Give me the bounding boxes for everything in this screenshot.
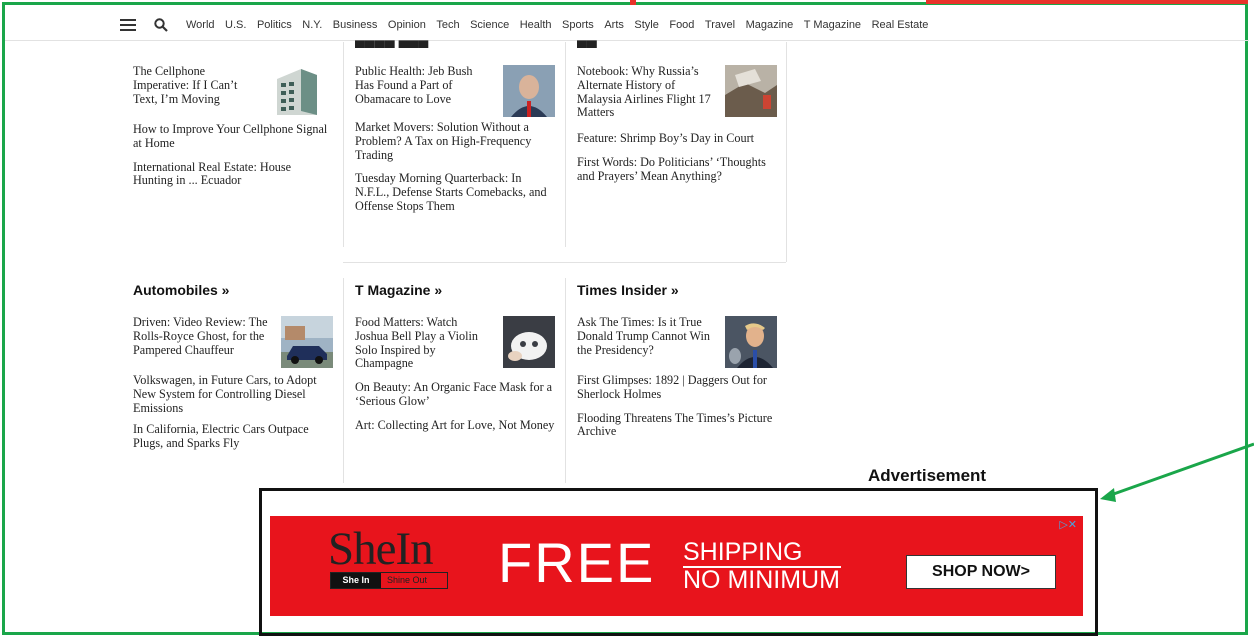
- ad-brand-logo: SheIn: [328, 523, 434, 575]
- car-thumbnail: [281, 316, 333, 368]
- nav-item-magazine[interactable]: Magazine: [746, 19, 794, 31]
- section-heading-automobiles[interactable]: Automobiles »: [133, 282, 229, 298]
- story-link[interactable]: Feature: Shrimp Boy’s Day in Court: [577, 131, 777, 146]
- section-column: Public Health: Jeb Bush Has Found a Part…: [355, 64, 555, 214]
- nav-item-business[interactable]: Business: [333, 19, 378, 31]
- nav-item-travel[interactable]: Travel: [705, 19, 735, 31]
- column-divider: [786, 42, 787, 262]
- ad-minimum-text: NO MINIMUM: [683, 566, 840, 594]
- building-thumbnail: [271, 65, 323, 117]
- menu-icon[interactable]: [120, 19, 136, 31]
- nav-item-style[interactable]: Style: [634, 19, 658, 31]
- nav-item-science[interactable]: Science: [470, 19, 509, 31]
- column-divider: [565, 278, 566, 483]
- story-link[interactable]: Public Health: Jeb Bush Has Found a Part…: [355, 64, 555, 117]
- story-link[interactable]: Volkswagen, in Future Cars, to Adopt New…: [133, 373, 333, 415]
- partial-section-heading: ▀▀▀▀ ▀▀▀: [355, 40, 429, 48]
- story-link[interactable]: First Words: Do Politicians’ ‘Thoughts a…: [577, 155, 777, 184]
- search-icon[interactable]: [154, 18, 168, 32]
- section-column: The Cellphone Imperative: If I Can’t Tex…: [133, 64, 333, 189]
- nav-item-world[interactable]: World: [186, 19, 215, 31]
- adchoices-icon[interactable]: ▷✕: [1059, 518, 1077, 531]
- portrait-thumbnail: [725, 316, 777, 368]
- portrait-thumbnail: [503, 65, 555, 117]
- story-link[interactable]: The Cellphone Imperative: If I Can’t Tex…: [133, 64, 331, 117]
- story-link[interactable]: Ask The Times: Is it True Donald Trump C…: [577, 315, 777, 368]
- story-link[interactable]: Food Matters: Watch Joshua Bell Play a V…: [355, 315, 555, 371]
- section-nav: World U.S. Politics N.Y. Business Opinio…: [120, 10, 939, 40]
- nav-item-ny[interactable]: N.Y.: [302, 19, 322, 31]
- nav-item-sports[interactable]: Sports: [562, 19, 594, 31]
- ad-brand-tagline: She In Shine Out: [330, 572, 448, 589]
- nav-divider: [5, 40, 1249, 41]
- story-link[interactable]: On Beauty: An Organic Face Mask for a ‘S…: [355, 380, 555, 409]
- nav-item-health[interactable]: Health: [520, 19, 552, 31]
- column-divider: [565, 42, 566, 247]
- nav-item-t-magazine[interactable]: T Magazine: [804, 19, 861, 31]
- story-link[interactable]: How to Improve Your Cellphone Signal at …: [133, 122, 333, 151]
- crash-site-thumbnail: [725, 65, 777, 117]
- story-link[interactable]: International Real Estate: House Hunting…: [133, 160, 333, 189]
- story-link[interactable]: Flooding Threatens The Times’s Picture A…: [577, 411, 777, 440]
- annotation-red-mark: [630, 0, 636, 5]
- nav-item-food[interactable]: Food: [669, 19, 694, 31]
- story-link[interactable]: Art: Collecting Art for Love, Not Money: [355, 418, 555, 433]
- shop-now-button[interactable]: SHOP NOW>: [906, 555, 1056, 589]
- story-link[interactable]: Driven: Video Review: The Rolls-Royce Gh…: [133, 315, 333, 368]
- story-link[interactable]: Notebook: Why Russia’s Alternate History…: [577, 64, 777, 120]
- story-link[interactable]: Tuesday Morning Quarterback: In N.F.L., …: [355, 171, 555, 213]
- ad-banner[interactable]: SheIn She In Shine Out FREE SHIPPING NO …: [270, 516, 1083, 616]
- partial-section-heading: ▀▀: [577, 40, 597, 48]
- story-link[interactable]: Market Movers: Solution Without a Proble…: [355, 120, 555, 162]
- nav-item-politics[interactable]: Politics: [257, 19, 292, 31]
- advertisement-label: Advertisement: [868, 466, 987, 485]
- column-divider: [343, 278, 344, 483]
- section-column: Driven: Video Review: The Rolls-Royce Gh…: [133, 315, 333, 451]
- nav-item-us[interactable]: U.S.: [225, 19, 246, 31]
- ad-free-text: FREE: [498, 531, 656, 594]
- section-column: Food Matters: Watch Joshua Bell Play a V…: [355, 315, 555, 433]
- section-column: Ask The Times: Is it True Donald Trump C…: [577, 315, 777, 440]
- section-heading-t-magazine[interactable]: T Magazine »: [355, 282, 442, 298]
- annotation-red-bar: [926, 0, 1248, 4]
- story-link[interactable]: First Glimpses: 1892 | Daggers Out for S…: [577, 373, 777, 402]
- nav-item-real-estate[interactable]: Real Estate: [872, 19, 929, 31]
- column-divider: [343, 42, 344, 247]
- row-divider: [343, 262, 786, 263]
- nav-item-opinion[interactable]: Opinion: [388, 19, 426, 31]
- nav-item-tech[interactable]: Tech: [436, 19, 459, 31]
- story-link[interactable]: In California, Electric Cars Outpace Plu…: [133, 423, 333, 451]
- nav-item-arts[interactable]: Arts: [604, 19, 624, 31]
- violin-thumbnail: [503, 316, 555, 368]
- section-heading-times-insider[interactable]: Times Insider »: [577, 282, 679, 298]
- ad-shipping-text: SHIPPING: [683, 538, 803, 566]
- section-column: Notebook: Why Russia’s Alternate History…: [577, 64, 777, 184]
